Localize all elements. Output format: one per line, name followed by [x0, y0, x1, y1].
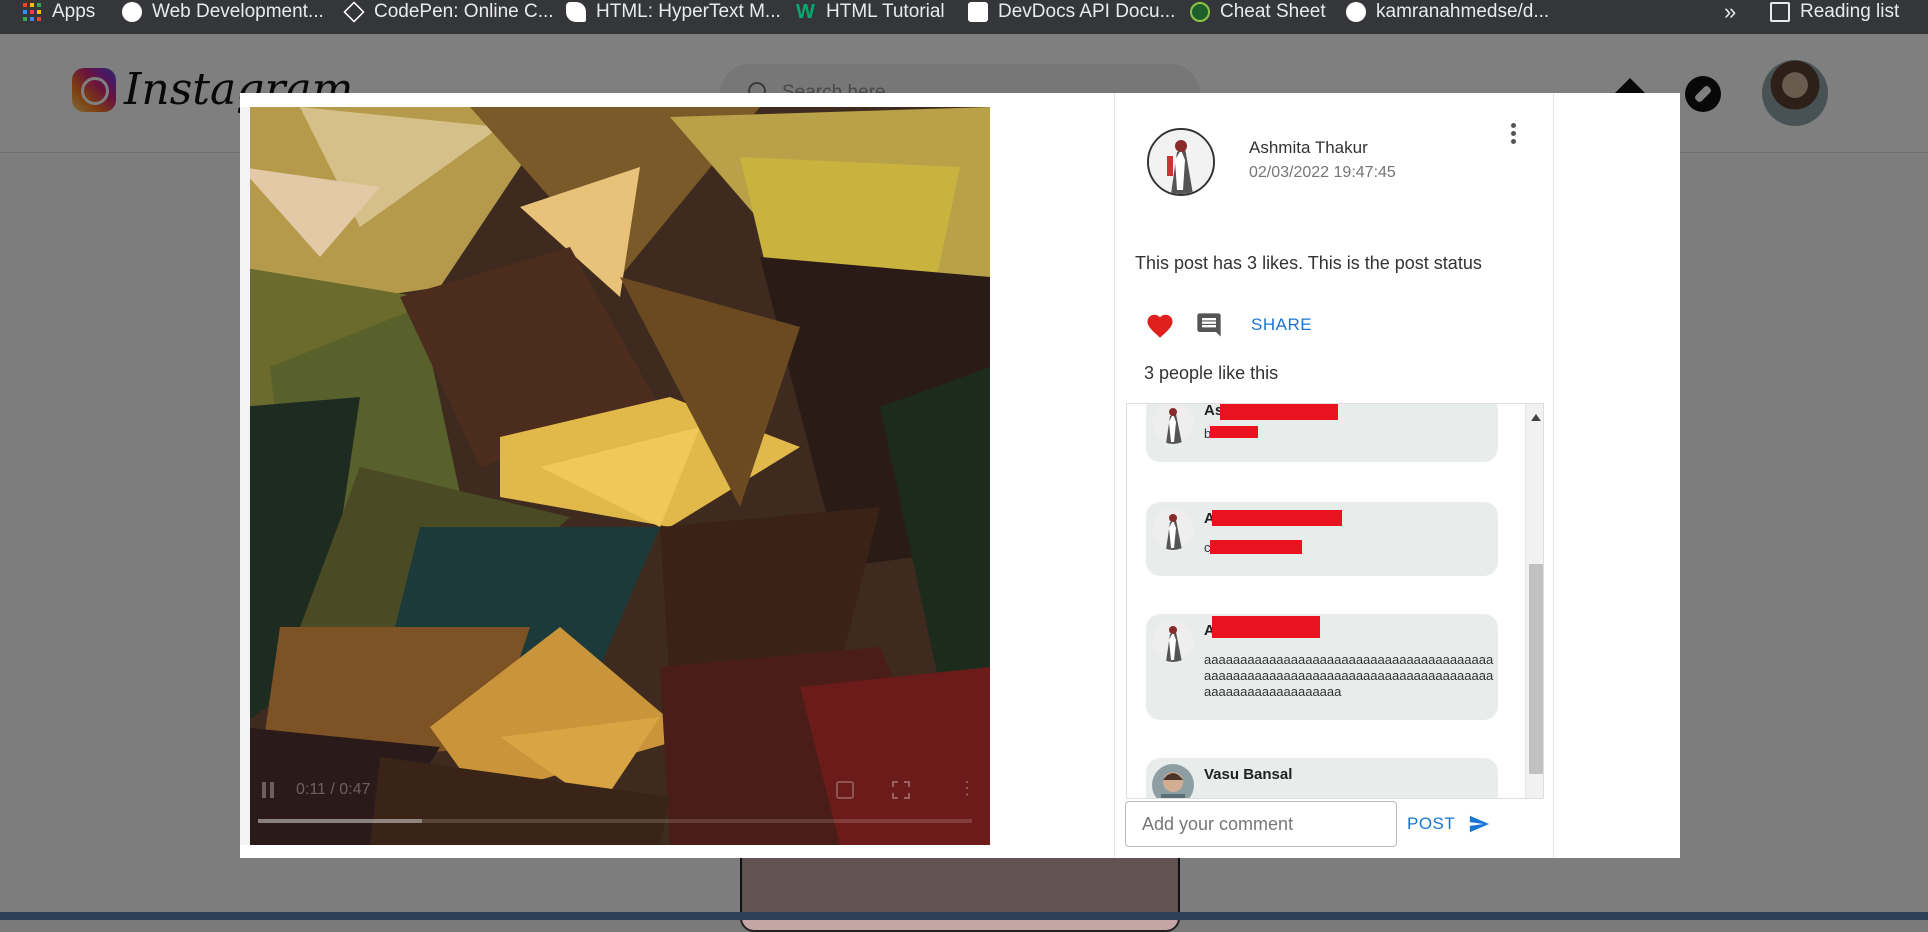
post-video[interactable]: 0:11 / 0:47 ⋮: [240, 107, 990, 845]
volume-icon[interactable]: [836, 781, 854, 799]
video-progress-bar[interactable]: [258, 819, 972, 823]
post-comment-button[interactable]: POST: [1407, 811, 1491, 837]
comment-item: As b: [1146, 404, 1498, 462]
comment-item: A c: [1146, 502, 1498, 576]
heart-icon: [1147, 314, 1173, 338]
author-avatar-art: [1149, 130, 1213, 194]
share-button[interactable]: SHARE: [1251, 315, 1312, 335]
redaction-block: [1210, 540, 1302, 554]
redaction-block: [1212, 510, 1342, 526]
scroll-thumb[interactable]: [1529, 564, 1543, 774]
bookmark-label: Cheat Sheet: [1220, 1, 1326, 22]
commenter-avatar[interactable]: [1152, 508, 1194, 550]
post-status: This post has 3 likes. This is the post …: [1135, 253, 1482, 273]
redaction-block: [1220, 404, 1338, 420]
bookmark-label: HTML Tutorial: [826, 1, 945, 22]
redaction-block: [1212, 616, 1320, 638]
apps-grid-icon: [23, 3, 41, 21]
taskbar-edge: [0, 912, 1928, 920]
video-time: 0:11 / 0:47: [296, 781, 371, 798]
bookmark-apps[interactable]: Apps: [22, 0, 95, 24]
author-avatar[interactable]: [1147, 128, 1215, 196]
bookmark-w3schools[interactable]: W HTML Tutorial: [796, 0, 945, 24]
bookmarks-overflow-button[interactable]: »: [1724, 0, 1736, 24]
scroll-up-arrow-icon[interactable]: [1531, 414, 1541, 421]
video-progress-fill: [258, 819, 423, 823]
post-timestamp: 02/03/2022 19:47:45: [1249, 164, 1396, 181]
bookmark-cheat-sheet[interactable]: Cheat Sheet: [1190, 0, 1326, 24]
overflow-chevron: »: [1724, 0, 1737, 24]
more-vert-icon[interactable]: ⋮: [958, 779, 976, 797]
fullscreen-icon[interactable]: [892, 781, 910, 799]
bookmark-label: Web Development...: [152, 1, 324, 22]
video-controls: 0:11 / 0:47 ⋮: [240, 765, 990, 845]
more-options-icon[interactable]: [1511, 123, 1517, 145]
commenter-avatar[interactable]: [1152, 764, 1194, 798]
commenter-avatar[interactable]: [1152, 404, 1194, 444]
post-label: POST: [1407, 814, 1456, 833]
bookmark-mdn[interactable]: HTML: HyperText M...: [566, 0, 781, 24]
bookmark-label: CodePen: Online C...: [374, 1, 554, 22]
mdn-icon: [566, 2, 586, 22]
comments-list[interactable]: As b A c A aaaaaaaaaaaaaaaaaaaaaaaaaaaaa…: [1126, 403, 1544, 799]
comments-scrollbar[interactable]: [1525, 404, 1543, 798]
github-icon: [1346, 2, 1366, 22]
bookmarks-bar: Apps Web Development... CodePen: Online …: [0, 0, 1928, 34]
comment-text: aaaaaaaaaaaaaaaaaaaaaaaaaaaaaaaaaaaaaaaa…: [1204, 652, 1494, 699]
reading-list-button[interactable]: Reading list: [1770, 0, 1899, 24]
commenter-avatar[interactable]: [1152, 620, 1194, 662]
bookmark-web-development[interactable]: Web Development...: [122, 0, 324, 24]
web-dev-icon: [122, 2, 142, 22]
post-details-panel: Ashmita Thakur 02/03/2022 19:47:45 This …: [1114, 93, 1554, 858]
bookmark-github[interactable]: kamranahmedse/d...: [1346, 0, 1549, 24]
comment-item: A aaaaaaaaaaaaaaaaaaaaaaaaaaaaaaaaaaaaaa…: [1146, 614, 1498, 720]
send-icon: [1470, 815, 1490, 833]
bookmark-devdocs[interactable]: DevDocs API Docu...: [968, 0, 1175, 24]
commenter-name[interactable]: Vasu Bansal: [1204, 766, 1292, 783]
bookmark-label: HTML: HyperText M...: [596, 1, 781, 22]
post-modal: 0:11 / 0:47 ⋮ Ashmita Thakur 02/03/2022 …: [240, 93, 1680, 858]
bookmark-codepen[interactable]: CodePen: Online C...: [343, 0, 554, 24]
cheatsheet-icon: [1190, 2, 1210, 22]
redaction-block: [1210, 426, 1258, 438]
comment-button[interactable]: [1195, 311, 1223, 339]
devdocs-icon: [968, 2, 988, 22]
pause-icon[interactable]: [262, 782, 276, 798]
video-frame-art: [240, 107, 990, 845]
reading-list-label: Reading list: [1800, 1, 1900, 22]
reading-list-icon: [1770, 2, 1790, 22]
likes-count: 3 people like this: [1144, 363, 1279, 383]
bookmark-label: DevDocs API Docu...: [998, 1, 1176, 22]
w3schools-icon: W: [796, 1, 815, 23]
comment-icon: [1197, 313, 1221, 337]
comment-item: Vasu Bansal: [1146, 758, 1498, 798]
bookmark-label: kamranahmedse/d...: [1376, 1, 1550, 22]
author-name[interactable]: Ashmita Thakur: [1249, 138, 1368, 158]
bookmark-label: Apps: [52, 1, 96, 22]
codepen-icon: [343, 1, 365, 23]
like-button[interactable]: [1145, 311, 1175, 341]
comment-input[interactable]: [1125, 801, 1397, 847]
